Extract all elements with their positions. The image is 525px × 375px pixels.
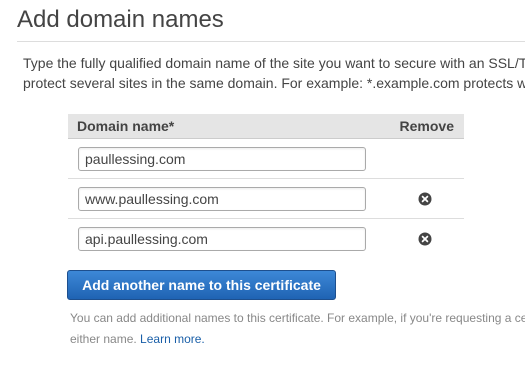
- domain-name-input-3[interactable]: [78, 226, 366, 251]
- remove-circle-x-icon[interactable]: [418, 192, 432, 206]
- add-domain-names-panel: Add domain names Type the fully qualifie…: [0, 0, 525, 375]
- column-header-remove: Remove: [399, 118, 454, 134]
- domain-name-input-2[interactable]: [78, 186, 366, 211]
- help-line-2-text: either name.: [70, 332, 141, 346]
- remove-cell: [366, 192, 464, 206]
- description-text: Type the fully qualified domain name of …: [23, 53, 525, 93]
- help-line-1: You can add additional names to this cer…: [70, 311, 525, 325]
- table-header: Domain name* Remove: [68, 114, 464, 139]
- help-text: You can add additional names to this cer…: [70, 308, 525, 350]
- domain-names-table: Domain name* Remove: [68, 114, 464, 258]
- table-row: [68, 179, 464, 219]
- remove-cell: [366, 232, 464, 246]
- domain-name-input-1[interactable]: [78, 146, 366, 171]
- column-header-domain-name: Domain name*: [77, 118, 175, 134]
- description-line-2: protect several sites in the same domain…: [23, 75, 525, 91]
- help-line-2: either name. Learn more.: [70, 329, 525, 350]
- add-another-name-button[interactable]: Add another name to this certificate: [67, 270, 336, 300]
- learn-more-link[interactable]: Learn more.: [140, 332, 205, 346]
- title-divider: [17, 41, 525, 42]
- page-title: Add domain names: [17, 6, 224, 33]
- table-row: [68, 219, 464, 258]
- remove-circle-x-icon[interactable]: [418, 232, 432, 246]
- table-row: [68, 139, 464, 179]
- description-line-1: Type the fully qualified domain name of …: [23, 55, 525, 71]
